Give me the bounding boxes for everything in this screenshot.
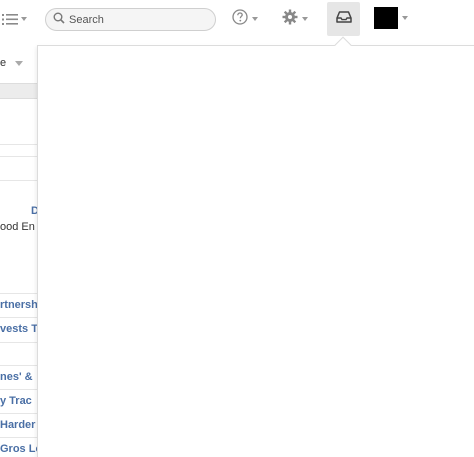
chevron-down-icon (21, 17, 27, 21)
settings-menu[interactable] (282, 9, 308, 30)
background-issue-list: e D ood En rtnersh vests T nes' & y Trac… (0, 46, 38, 457)
row-divider (0, 317, 38, 318)
search-input[interactable] (69, 13, 209, 26)
chevron-down-icon (302, 17, 308, 21)
search-box[interactable] (45, 8, 216, 31)
row-divider (0, 413, 38, 414)
chevron-down-icon (402, 16, 408, 20)
list-item-link[interactable]: rtnersh (0, 299, 38, 311)
avatar (374, 7, 398, 29)
top-navigation-bar (0, 0, 474, 38)
list-item-link[interactable]: nes' & (0, 371, 33, 383)
chevron-down-icon (252, 17, 258, 21)
search-icon (53, 11, 65, 29)
row-divider (0, 437, 38, 438)
help-circle-icon (232, 8, 248, 30)
row-divider (0, 180, 38, 181)
user-menu[interactable] (374, 7, 408, 29)
filter-label: e (0, 57, 7, 69)
filter-dropdown[interactable]: e (0, 56, 24, 70)
list-item-link[interactable]: vests T (0, 323, 38, 335)
inbox-button[interactable] (327, 2, 360, 36)
inbox-tray-icon (335, 10, 352, 28)
row-divider (0, 342, 38, 343)
row-text-fragment: ood En (0, 221, 35, 233)
row-divider (0, 293, 38, 294)
gear-icon (282, 9, 298, 30)
table-header-band (0, 83, 38, 99)
list-menu-icon (2, 13, 18, 26)
list-item-link[interactable]: Harder (0, 419, 35, 431)
row-divider (0, 144, 38, 145)
row-divider (0, 389, 38, 390)
list-item-link[interactable]: y Trac (0, 395, 32, 407)
help-menu[interactable] (232, 8, 258, 30)
row-divider (0, 156, 38, 157)
row-divider (0, 365, 38, 366)
inbox-popover (37, 45, 474, 457)
chevron-down-icon (15, 60, 24, 66)
list-item-link[interactable]: Gros Lo (0, 443, 38, 455)
menu-toggle[interactable] (2, 10, 30, 28)
